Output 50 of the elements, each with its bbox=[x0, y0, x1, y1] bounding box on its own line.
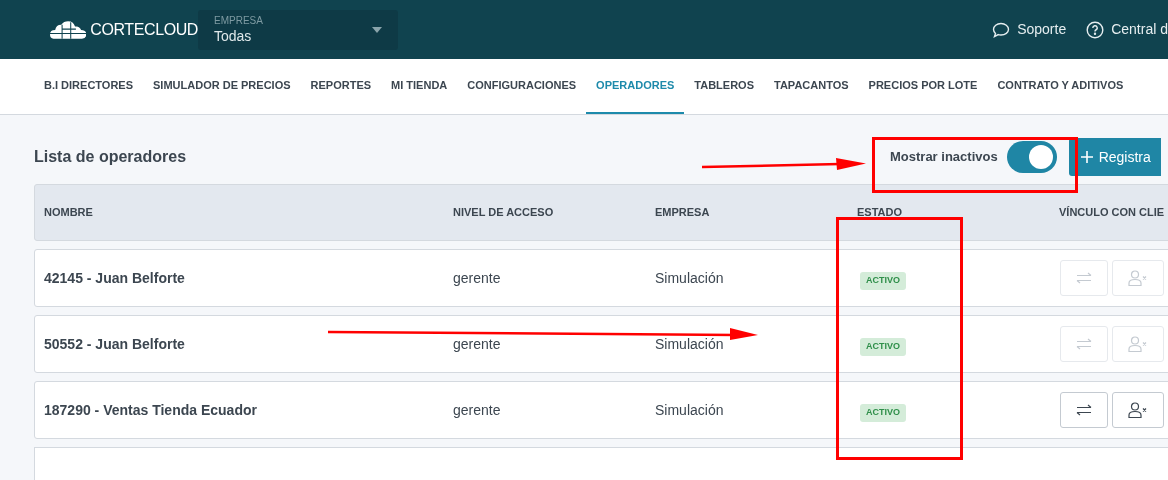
company-cell-text: Simulación bbox=[655, 400, 725, 420]
swap-arrows-icon bbox=[1076, 338, 1092, 350]
company-cell-text: Simulación bbox=[655, 334, 725, 354]
toggle-label: Mostrar inactivos bbox=[890, 148, 998, 167]
link-client-button[interactable] bbox=[1060, 392, 1108, 428]
register-button[interactable]: Registra bbox=[1068, 138, 1161, 176]
chat-bubble-icon bbox=[992, 21, 1011, 38]
company-select[interactable]: EMPRESA Todas bbox=[198, 9, 398, 50]
nav-tab[interactable]: MI TIENDA bbox=[381, 59, 458, 114]
nav-tab[interactable]: PRECIOS POR LOTE bbox=[858, 59, 988, 114]
nav-tab[interactable]: TABLEROS bbox=[684, 59, 764, 114]
column-header: EMPRESA bbox=[655, 205, 711, 221]
nav-tab[interactable]: REPORTES bbox=[300, 59, 382, 114]
cloud-logo-icon bbox=[50, 19, 87, 40]
access-level: gerente bbox=[453, 268, 502, 288]
status-badge: ACTIVO bbox=[860, 338, 906, 356]
header-link[interactable]: Soporte bbox=[992, 19, 1067, 40]
operator-name: 187290 - Ventas Tienda Ecuador bbox=[44, 400, 258, 420]
nav-tab[interactable]: B.I DIRECTORES bbox=[34, 59, 144, 114]
header-link[interactable]: Central d bbox=[1086, 19, 1168, 40]
dropdown-caret-icon bbox=[372, 26, 382, 33]
swap-arrows-icon bbox=[1076, 272, 1092, 284]
brand-name: CORTECLOUD bbox=[90, 19, 198, 40]
status-badge: ACTIVO bbox=[860, 272, 906, 290]
nav-tab[interactable]: CONFIGURACIONES bbox=[457, 59, 587, 114]
select-value: Todas bbox=[214, 29, 253, 43]
access-level: gerente bbox=[453, 400, 502, 420]
nav-tab[interactable]: OPERADORES bbox=[586, 59, 685, 114]
column-header: NOMBRE bbox=[44, 205, 94, 221]
column-header: NIVEL DE ACCESO bbox=[453, 205, 555, 221]
nav-tab[interactable]: CONTRATO Y ADITIVOS bbox=[987, 59, 1134, 114]
operator-name: 50552 - Juan Belforte bbox=[44, 334, 186, 354]
operator-name: 42145 - Juan Belforte bbox=[44, 268, 186, 288]
status-badge: ACTIVO bbox=[860, 404, 906, 422]
unlink-client-button[interactable] bbox=[1112, 392, 1164, 428]
help-icon bbox=[1086, 20, 1105, 39]
remove-user-icon bbox=[1128, 270, 1148, 286]
access-level: gerente bbox=[453, 334, 502, 354]
swap-arrows-icon bbox=[1076, 404, 1092, 416]
plus-icon bbox=[1080, 151, 1093, 163]
column-header: VÍNCULO CON CLIE bbox=[1059, 205, 1166, 221]
nav-tab[interactable]: SIMULADOR DE PRECIOS bbox=[143, 59, 301, 114]
page-title: Lista de operadores bbox=[34, 147, 187, 167]
remove-user-icon bbox=[1128, 336, 1148, 352]
toggle-switch[interactable] bbox=[1006, 141, 1057, 173]
remove-user-icon bbox=[1128, 402, 1148, 418]
select-label: EMPRESA bbox=[214, 16, 263, 26]
column-header: ESTADO bbox=[857, 205, 904, 221]
company-cell-text: Simulación bbox=[655, 268, 725, 288]
nav-tab[interactable]: TAPACANTOS bbox=[764, 59, 859, 114]
